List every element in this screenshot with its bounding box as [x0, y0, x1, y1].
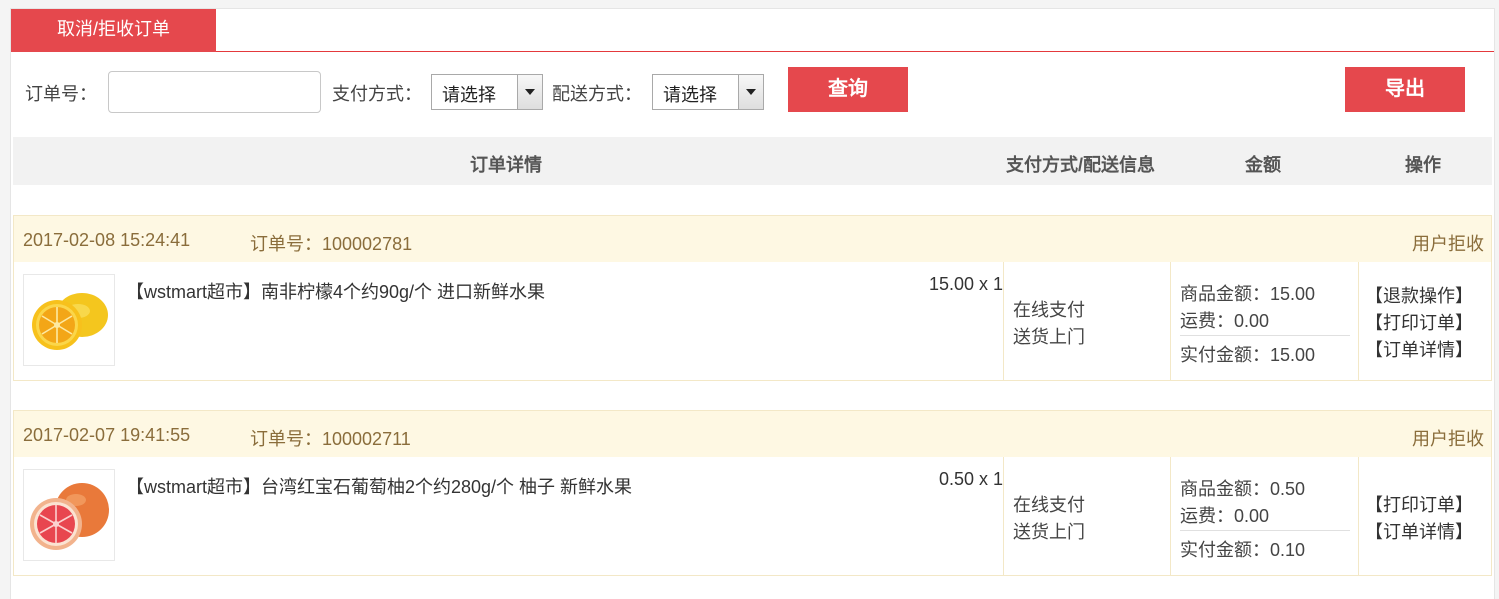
- amount-cell: 商品金额：0.50 运费：0.00 实付金额：0.10: [1170, 457, 1358, 575]
- shipping-fee-value: 0.00: [1234, 506, 1270, 526]
- order-status: 用户拒收: [1412, 429, 1484, 449]
- header-payment-delivery: 支付方式/配送信息: [1006, 155, 1156, 175]
- delivery-method-selected: 请选择: [663, 85, 717, 105]
- order-status: 用户拒收: [1412, 234, 1484, 254]
- payment-method: 在线支付: [1013, 300, 1085, 320]
- order-details-link[interactable]: 【订单详情】: [1365, 518, 1473, 544]
- paid-amount-label: 实付金额：: [1180, 345, 1270, 365]
- goods-amount-value: 0.50: [1270, 479, 1306, 499]
- amount-cell: 商品金额：15.00 运费：0.00 实付金额：15.00: [1170, 262, 1358, 380]
- amount-divider: [1180, 335, 1350, 336]
- order-date: 2017-02-07 19:41:55: [23, 425, 191, 445]
- header-actions: 操作: [1405, 155, 1441, 175]
- product-name[interactable]: 【wstmart超市】台湾红宝石葡萄柚2个约280g/个 柚子 新鲜水果: [126, 473, 632, 499]
- payment-method-selected: 请选择: [442, 85, 496, 105]
- paid-amount: 实付金额：0.10: [1180, 536, 1305, 562]
- product-price-qty: 0.50 x 1: [938, 469, 1003, 489]
- order-date: 2017-02-08 15:24:41: [23, 230, 191, 250]
- order-card: 2017-02-07 19:41:55 订单号：100002711 用户拒收 【…: [13, 410, 1492, 576]
- order-number: 订单号：100002711: [250, 425, 411, 451]
- payment-method-label: 支付方式：: [332, 84, 422, 104]
- chevron-down-icon[interactable]: [517, 75, 542, 109]
- order-number-value: 100002781: [322, 234, 413, 254]
- order-number-label: 订单号：: [250, 234, 322, 254]
- export-button[interactable]: 导出: [1345, 67, 1465, 112]
- order-no-label: 订单号：: [25, 84, 97, 104]
- shipping-fee-value: 0.00: [1234, 311, 1270, 331]
- order-body: 【wstmart超市】南非柠檬4个约90g/个 进口新鲜水果 15.00 x 1…: [14, 262, 1491, 380]
- delivery-method: 送货上门: [1013, 522, 1085, 542]
- product-name[interactable]: 【wstmart超市】南非柠檬4个约90g/个 进口新鲜水果: [126, 278, 545, 304]
- print-order-link[interactable]: 【打印订单】: [1365, 309, 1473, 335]
- shipping-fee: 运费：0.00: [1180, 502, 1269, 528]
- chevron-down-icon[interactable]: [738, 75, 763, 109]
- product-thumbnail[interactable]: [23, 469, 115, 561]
- payment-delivery-cell: 在线支付 送货上门: [1003, 262, 1170, 380]
- paid-amount-value: 0.10: [1270, 540, 1306, 560]
- order-details-link[interactable]: 【订单详情】: [1365, 336, 1473, 362]
- order-header: 2017-02-07 19:41:55 订单号：100002711 用户拒收: [14, 411, 1491, 457]
- tab-cancelled-rejected-orders[interactable]: 取消/拒收订单: [11, 9, 216, 52]
- refund-action-link[interactable]: 【退款操作】: [1365, 282, 1473, 308]
- header-order-details: 订单详情: [470, 155, 542, 175]
- order-no-input[interactable]: [108, 71, 321, 113]
- lemon-image-icon: [32, 293, 108, 350]
- tab-bar: 取消/拒收订单: [11, 9, 1494, 52]
- payment-method-select[interactable]: 请选择: [431, 74, 543, 110]
- shipping-fee: 运费：0.00: [1180, 307, 1269, 333]
- delivery-method: 送货上门: [1013, 327, 1085, 347]
- payment-method: 在线支付: [1013, 495, 1085, 515]
- goods-amount-value: 15.00: [1270, 284, 1316, 304]
- shipping-fee-label: 运费：: [1180, 311, 1234, 331]
- goods-amount-label: 商品金额：: [1180, 479, 1270, 499]
- orders-panel: 取消/拒收订单 订单号： 支付方式： 请选择 配送方式： 请选择 查询 导出 订…: [10, 8, 1495, 599]
- product-thumbnail[interactable]: [23, 274, 115, 366]
- order-number-value: 100002711: [322, 429, 411, 449]
- goods-amount: 商品金额：0.50: [1180, 475, 1305, 501]
- goods-amount-label: 商品金额：: [1180, 284, 1270, 304]
- actions-cell: 【退款操作】 【打印订单】 【订单详情】: [1358, 262, 1493, 380]
- order-number: 订单号：100002781: [250, 230, 412, 256]
- payment-delivery-cell: 在线支付 送货上门: [1003, 457, 1170, 575]
- delivery-method-label: 配送方式：: [552, 84, 642, 104]
- order-body: 【wstmart超市】台湾红宝石葡萄柚2个约280g/个 柚子 新鲜水果 0.5…: [14, 457, 1491, 575]
- print-order-link[interactable]: 【打印订单】: [1365, 491, 1473, 517]
- goods-amount: 商品金额：15.00: [1180, 280, 1315, 306]
- product-price-qty: 15.00 x 1: [928, 274, 1003, 294]
- shipping-fee-label: 运费：: [1180, 506, 1234, 526]
- actions-cell: 【打印订单】 【订单详情】: [1358, 457, 1493, 575]
- amount-divider: [1180, 530, 1350, 531]
- paid-amount: 实付金额：15.00: [1180, 341, 1315, 367]
- paid-amount-value: 15.00: [1270, 345, 1316, 365]
- query-button[interactable]: 查询: [788, 67, 908, 112]
- order-header: 2017-02-08 15:24:41 订单号：100002781 用户拒收: [14, 216, 1491, 262]
- paid-amount-label: 实付金额：: [1180, 540, 1270, 560]
- order-card: 2017-02-08 15:24:41 订单号：100002781 用户拒收 【…: [13, 215, 1492, 381]
- order-number-label: 订单号：: [250, 429, 322, 449]
- delivery-method-select[interactable]: 请选择: [652, 74, 764, 110]
- header-amount: 金额: [1245, 155, 1281, 175]
- grapefruit-image-icon: [30, 483, 109, 550]
- table-header: 订单详情 支付方式/配送信息 金额 操作: [13, 137, 1492, 185]
- filter-bar: 订单号： 支付方式： 请选择 配送方式： 请选择 查询 导出: [11, 67, 1494, 117]
